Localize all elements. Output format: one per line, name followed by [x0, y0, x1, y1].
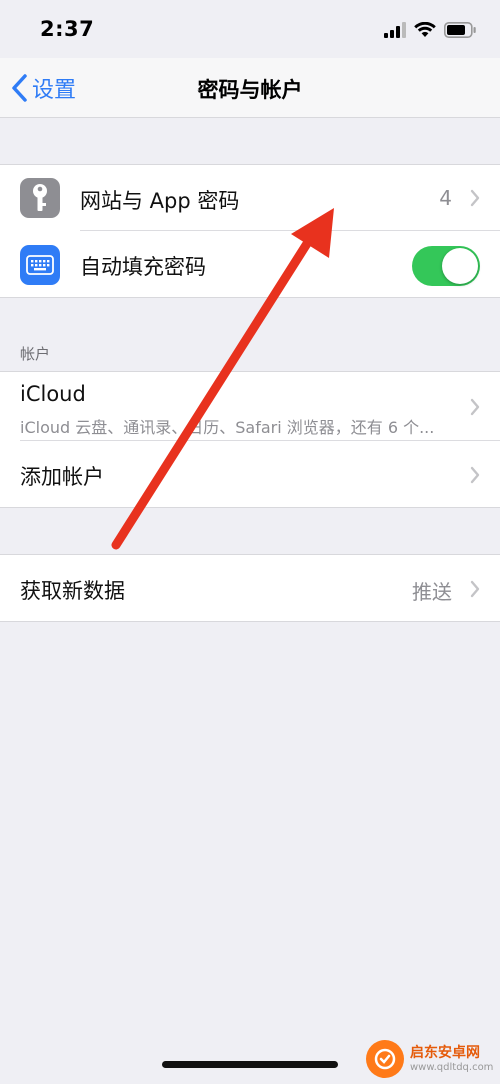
- watermark: 启东安卓网 www.qdltdq.com: [366, 1034, 500, 1084]
- chevron-right-icon: [470, 189, 480, 207]
- status-bar: 2:37: [0, 0, 500, 58]
- keyboard-icon: [20, 245, 60, 285]
- icloud-label: iCloud: [20, 382, 86, 406]
- icloud-subtitle: iCloud 云盘、通讯录、日历、Safari 浏览器，还有 6 个...: [20, 418, 435, 437]
- fetch-new-data-row[interactable]: 获取新数据 推送: [0, 555, 500, 621]
- chevron-right-icon: [470, 580, 480, 598]
- website-app-passwords-label: 网站与 App 密码: [80, 189, 240, 213]
- accounts-group: iCloud iCloud 云盘、通讯录、日历、Safari 浏览器，还有 6 …: [0, 371, 500, 508]
- website-app-passwords-row[interactable]: 网站与 App 密码 4: [0, 165, 500, 231]
- page-title: 密码与帐户: [197, 78, 303, 102]
- status-time: 2:37: [40, 17, 95, 41]
- fetch-mode-value: 推送: [412, 580, 452, 604]
- watermark-logo-icon: [366, 1040, 404, 1078]
- toggle-knob: [442, 248, 478, 284]
- icloud-row[interactable]: iCloud iCloud 云盘、通讯录、日历、Safari 浏览器，还有 6 …: [0, 372, 500, 441]
- fetch-group: 获取新数据 推送: [0, 554, 500, 622]
- key-icon: [20, 178, 60, 218]
- chevron-right-icon: [470, 466, 480, 484]
- autofill-passwords-label: 自动填充密码: [80, 255, 206, 279]
- passwords-group: 网站与 App 密码 4 自动填充密码: [0, 164, 500, 298]
- fetch-new-data-label: 获取新数据: [20, 579, 125, 603]
- status-icons: [384, 20, 476, 40]
- wifi-icon: [414, 22, 436, 37]
- autofill-toggle[interactable]: [412, 246, 480, 286]
- accounts-section-header: 帐户: [20, 345, 51, 363]
- watermark-url: www.qdltdq.com: [410, 1061, 494, 1073]
- cellular-signal-icon: [384, 22, 406, 38]
- home-indicator: [162, 1061, 338, 1068]
- annotation-arrow: [111, 208, 334, 550]
- watermark-name: 启东安卓网: [410, 1044, 480, 1061]
- watermark-text-block: 启东安卓网 www.qdltdq.com: [410, 1045, 493, 1074]
- battery-icon: [444, 22, 476, 38]
- password-count: 4: [439, 186, 452, 210]
- autofill-passwords-row: 自动填充密码: [0, 231, 500, 299]
- add-account-label: 添加帐户: [20, 465, 104, 489]
- chevron-right-icon: [470, 398, 480, 416]
- navigation-bar: 设置 密码与帐户: [0, 58, 500, 118]
- add-account-row[interactable]: 添加帐户: [0, 441, 500, 507]
